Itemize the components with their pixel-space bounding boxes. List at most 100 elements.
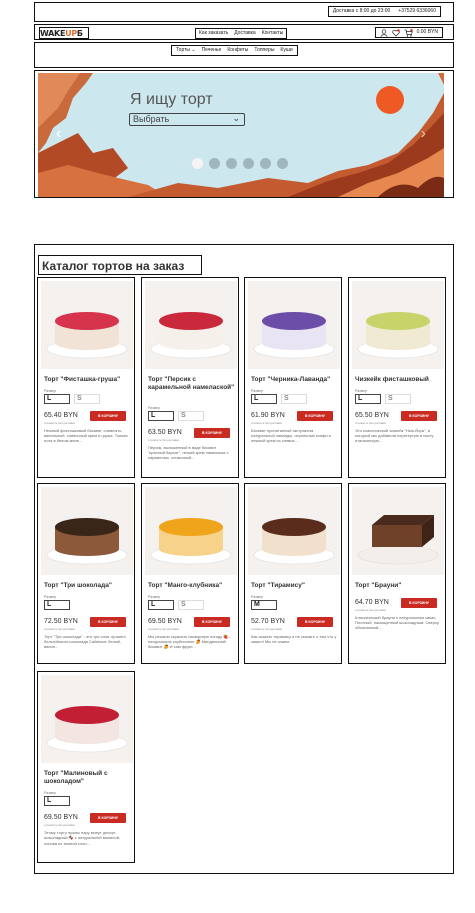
size-option[interactable]: S bbox=[281, 393, 307, 404]
product-card[interactable]: Торт "Персик с карамельной намелаской" Ра… bbox=[141, 277, 239, 478]
product-name[interactable]: Торт "Тирамису" bbox=[251, 582, 339, 590]
slider-dot-2[interactable] bbox=[209, 158, 220, 169]
product-name[interactable]: Торт "Черника-Лаванда" bbox=[251, 376, 339, 384]
size-label: Размер bbox=[355, 388, 368, 393]
product-card[interactable]: Торт "Малиновый с шоколадом" Размер L 69.50… bbox=[37, 671, 135, 863]
size-option[interactable]: S bbox=[178, 410, 204, 421]
product-card[interactable]: Торт "Манго-клубника" Размер L S 69.50 BYN В … bbox=[141, 483, 239, 664]
size-option[interactable]: L bbox=[251, 393, 277, 404]
add-to-cart-button[interactable]: В КОРЗИНУ bbox=[90, 616, 126, 627]
category-toppers[interactable]: Топперы bbox=[254, 48, 274, 53]
size-option[interactable]: M bbox=[251, 599, 277, 610]
product-name[interactable]: Торт "Персик с карамельной намелаской" bbox=[148, 376, 236, 393]
phone-link[interactable]: +37529 6336060 bbox=[398, 9, 436, 14]
add-to-cart-button[interactable]: В КОРЗИНУ bbox=[90, 813, 126, 823]
price-note: стоимость без доставки bbox=[251, 626, 282, 631]
product-image[interactable] bbox=[352, 487, 444, 575]
logo-tail: Б bbox=[76, 28, 83, 38]
add-to-cart-button[interactable]: В КОРЗИНУ bbox=[194, 427, 230, 438]
size-option-label: L bbox=[47, 394, 52, 402]
cart-icon[interactable] bbox=[404, 28, 413, 37]
product-name[interactable]: Торт "Малиновый с шоколадом" bbox=[44, 770, 132, 787]
size-option[interactable]: L bbox=[44, 393, 70, 404]
product-name[interactable]: Чизкейк фисташковый bbox=[355, 376, 443, 384]
size-label: Размер bbox=[44, 388, 57, 393]
product-image[interactable] bbox=[248, 487, 340, 575]
product-card[interactable]: Торт "Черника-Лаванда" Размер L S 61.90 BYN В… bbox=[244, 277, 342, 478]
size-option-label: S bbox=[388, 394, 393, 402]
product-card[interactable]: Торт "Три шоколада" Размер L 72.50 BYN В КОР… bbox=[37, 483, 135, 664]
slider-dot-4[interactable] bbox=[243, 158, 254, 169]
add-to-cart-button[interactable]: В КОРЗИНУ bbox=[90, 410, 126, 421]
add-to-cart-button[interactable]: В КОРЗИНУ bbox=[297, 616, 333, 627]
category-cakes[interactable]: Торты ⌄ bbox=[176, 48, 196, 53]
size-option-label: S bbox=[77, 394, 82, 402]
size-option[interactable]: L bbox=[44, 796, 70, 806]
delivery-hours: Доставка с 8:00 до 23:00 bbox=[332, 8, 391, 14]
price-note: стоимость без доставки bbox=[355, 607, 386, 612]
price-note: стоимость без доставки bbox=[148, 626, 179, 631]
heart-icon[interactable] bbox=[391, 28, 400, 37]
size-option[interactable]: L bbox=[148, 599, 174, 610]
size-label: Размер bbox=[148, 594, 161, 599]
contact-info: Доставка с 8:00 до 23:00 +37529 6336060 bbox=[327, 6, 441, 17]
category-candies[interactable]: Конфеты bbox=[227, 48, 248, 53]
product-image[interactable] bbox=[41, 675, 133, 763]
size-option-label: L bbox=[151, 600, 156, 608]
size-option[interactable]: L bbox=[148, 410, 174, 421]
product-name[interactable]: Торт "Брауни" bbox=[355, 582, 443, 590]
add-to-cart-button[interactable]: В КОРЗИНУ bbox=[401, 410, 437, 421]
cart-total[interactable]: 0.00 BYN bbox=[417, 30, 438, 35]
slider-dot-1[interactable] bbox=[192, 158, 203, 169]
product-name[interactable]: Торт "Три шоколада" bbox=[44, 582, 132, 590]
add-to-cart-button[interactable]: В КОРЗИНУ bbox=[297, 410, 333, 421]
hero-slide: Я ищу торт Выбрать ⌄ ‹ › bbox=[38, 73, 444, 197]
cake-type-select-value: Выбрать bbox=[133, 114, 170, 124]
category-kushi[interactable]: Куши bbox=[280, 48, 292, 53]
cake-type-select[interactable]: Выбрать ⌄ bbox=[129, 113, 245, 126]
size-option[interactable]: L bbox=[355, 393, 381, 404]
size-selector: L bbox=[44, 599, 70, 610]
price-note: стоимость без доставки bbox=[44, 626, 75, 631]
site-header: WAKE UP Б Как заказать Доставка Контакты 0… bbox=[34, 24, 454, 40]
product-card[interactable]: Торт "Брауни" 64.70 BYN В КОРЗИНУ стоимость… bbox=[348, 483, 446, 664]
size-option-label: S bbox=[181, 600, 186, 608]
slider-dot-5[interactable] bbox=[260, 158, 271, 169]
slider-dot-3[interactable] bbox=[226, 158, 237, 169]
size-option[interactable]: L bbox=[44, 599, 70, 610]
product-price: 65.50 BYN bbox=[355, 411, 389, 419]
nav-how-to-order[interactable]: Как заказать bbox=[199, 31, 228, 36]
nav-contacts[interactable]: Контакты bbox=[262, 31, 284, 36]
product-price: 63.50 BYN bbox=[148, 428, 182, 436]
user-icon[interactable] bbox=[380, 28, 388, 37]
next-slide-arrow-icon[interactable]: › bbox=[421, 125, 426, 143]
product-name[interactable]: Торт "Фисташка-груша" bbox=[44, 376, 132, 384]
product-card[interactable]: Чизкейк фисташковый Размер L S 65.50 BYN В КО… bbox=[348, 277, 446, 478]
product-image[interactable] bbox=[145, 281, 237, 369]
product-card[interactable]: Торт "Тирамису" Размер M 52.70 BYN В КОРЗИНУ… bbox=[244, 483, 342, 664]
prev-slide-arrow-icon[interactable]: ‹ bbox=[56, 125, 61, 143]
product-card[interactable]: Торт "Фисташка-груша" Размер L S 65.40 BYN В … bbox=[37, 277, 135, 478]
hero-title: Я ищу торт bbox=[130, 91, 213, 108]
size-option[interactable]: S bbox=[178, 599, 204, 610]
logo-text: WAKE bbox=[40, 28, 66, 38]
product-image[interactable] bbox=[248, 281, 340, 369]
size-label: Размер bbox=[44, 594, 57, 599]
slider-dot-6[interactable] bbox=[277, 158, 288, 169]
add-to-cart-button[interactable]: В КОРЗИНУ bbox=[194, 616, 230, 627]
product-image[interactable] bbox=[145, 487, 237, 575]
product-description: Как сказать тирамису и не сказать о том … bbox=[251, 633, 337, 644]
size-option[interactable]: S bbox=[385, 393, 411, 404]
product-name[interactable]: Торт "Манго-клубника" bbox=[148, 582, 236, 590]
product-image[interactable] bbox=[41, 487, 133, 575]
product-image[interactable] bbox=[352, 281, 444, 369]
size-option-label: S bbox=[181, 411, 186, 419]
product-description: Персик, выложенный в виде бисквит "красн… bbox=[148, 444, 229, 461]
size-option-label: M bbox=[254, 600, 260, 608]
product-image[interactable] bbox=[41, 281, 133, 369]
nav-delivery[interactable]: Доставка bbox=[234, 31, 255, 36]
add-to-cart-button[interactable]: В КОРЗИНУ bbox=[401, 597, 437, 608]
logo[interactable]: WAKE UP Б bbox=[39, 27, 89, 39]
size-option[interactable]: S bbox=[74, 393, 100, 404]
category-cookies[interactable]: Печенье bbox=[202, 48, 222, 53]
